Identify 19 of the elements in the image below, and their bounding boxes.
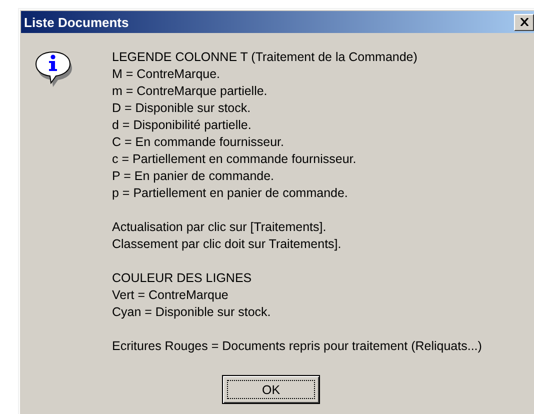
message-line: Classement par clic doit sur Traitements]. bbox=[112, 236, 342, 253]
window-title: Liste Documents bbox=[24, 14, 129, 30]
message-line: d = Disponibilité partielle. bbox=[112, 117, 252, 134]
close-icon bbox=[520, 18, 528, 26]
message-line: COULEUR DES LIGNES bbox=[112, 270, 253, 287]
message-line: m = ContreMarque partielle. bbox=[112, 83, 268, 100]
close-button[interactable] bbox=[514, 14, 534, 30]
message-line: p = Partiellement en panier de commande. bbox=[112, 185, 349, 202]
message-line: D = Disponible sur stock. bbox=[112, 100, 252, 117]
message-line: Ecritures Rouges = Documents repris pour traitement (Reliquats...) bbox=[112, 338, 482, 355]
message-line: P = En panier de commande. bbox=[112, 168, 276, 185]
message-line: Cyan = Disponible sur stock. bbox=[112, 304, 272, 321]
message-line: Vert = ContreMarque bbox=[112, 287, 230, 304]
message-line: c = Partiellement en commande fournisseur. bbox=[112, 151, 358, 168]
message-line: C = En commande fournisseur. bbox=[112, 134, 285, 151]
message-line: LEGENDE COLONNE T (Traitement de la Commande) bbox=[112, 49, 418, 66]
message-line: M = ContreMarque. bbox=[112, 66, 222, 83]
message-line: Actualisation par clic sur [Traitements]. bbox=[112, 219, 328, 236]
ok-button[interactable]: OK bbox=[222, 375, 320, 404]
